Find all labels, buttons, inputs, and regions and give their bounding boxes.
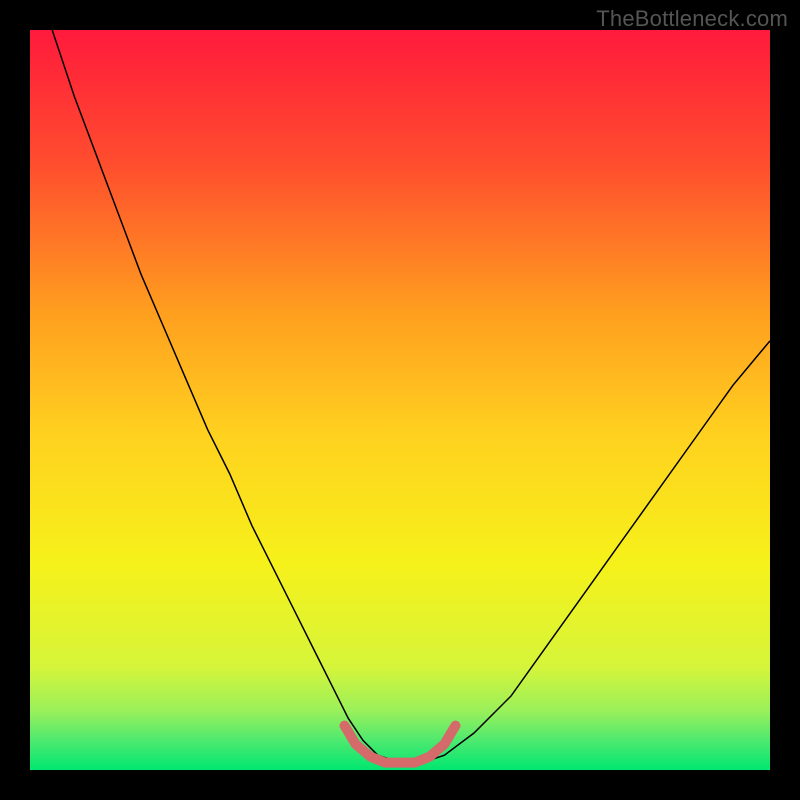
chart-svg <box>30 30 770 770</box>
frame: TheBottleneck.com <box>0 0 800 800</box>
chart-background <box>30 30 770 770</box>
watermark-text: TheBottleneck.com <box>596 6 788 32</box>
chart-plot <box>30 30 770 770</box>
